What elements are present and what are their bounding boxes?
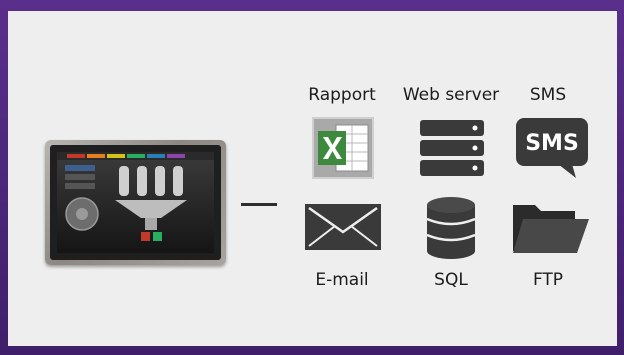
folder-icon [511,199,591,259]
sms-speech-bubble-icon: SMS [514,116,590,184]
hmi-panel-device [45,140,226,265]
hmi-screen-graphic [57,152,214,241]
sms-icon-text: SMS [525,131,579,156]
device-screen [57,152,214,253]
server-rack-icon [420,120,484,180]
label-ftp: FTP [532,270,564,290]
label-email: E-mail [315,270,369,290]
excel-spreadsheet-icon [312,117,374,183]
connector-line [241,203,277,206]
envelope-icon [305,204,381,254]
label-sms: SMS [529,85,567,105]
label-rapport: Rapport [308,85,376,105]
database-cylinder-icon [426,197,476,263]
